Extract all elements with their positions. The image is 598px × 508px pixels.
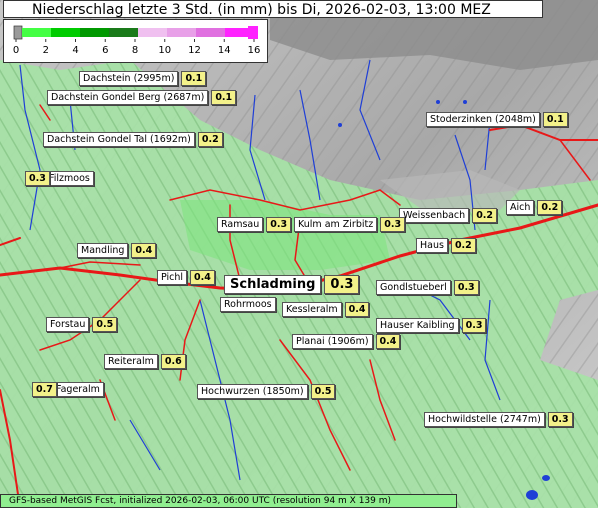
station-name: Hochwurzen (1850m): [197, 384, 308, 399]
legend-tick-label: 14: [218, 45, 231, 56]
station-precip-value: 0.4: [131, 243, 157, 258]
station-precip-value: 0.4: [344, 302, 370, 317]
legend-swatch-zero: [13, 25, 23, 40]
legend-swatch: [22, 28, 52, 37]
station-name: Dachstein (2995m): [79, 71, 179, 86]
station-precip-value: 0.3: [453, 280, 479, 295]
station-name: Schladming: [224, 275, 322, 294]
station-precip-value: 0.5: [92, 317, 118, 332]
precipitation-legend: 0 2 4 6 8 10 12 14 16: [3, 19, 268, 63]
legend-tick-label: 12: [188, 45, 201, 56]
station-precip-value: 0.6: [160, 354, 186, 369]
station-name: Forstau: [46, 317, 90, 332]
legend-tick-label: 6: [102, 45, 108, 56]
station-name: Haus: [416, 238, 448, 253]
legend-swatch: [167, 28, 197, 37]
station-name: Fageralm: [52, 382, 104, 397]
station-precip-value: 0.3: [266, 217, 292, 232]
legend-swatch: [109, 28, 139, 37]
legend-swatch: [51, 28, 81, 37]
station-name: Filzmoos: [45, 171, 94, 186]
legend-swatch: [80, 28, 110, 37]
station-name: Reiteralm: [104, 354, 158, 369]
station-name: Planai (1906m): [292, 334, 373, 349]
station-precip-value: 0.3: [25, 171, 50, 186]
map-title: Niederschlag letzte 3 Std. (in mm) bis D…: [3, 0, 543, 18]
station-precip-value: 0.2: [197, 132, 223, 147]
station-precip-value: 0.3: [547, 412, 573, 427]
station-name: Gondlstueberl: [376, 280, 451, 295]
station-name: Hauser Kaibling: [376, 318, 459, 333]
station-precip-value: 0.4: [190, 270, 215, 285]
station-precip-value: 0.2: [450, 238, 476, 253]
station-name: Weissenbach: [399, 208, 470, 223]
legend-tick-label: 16: [248, 45, 261, 56]
legend-tick-label: 0: [13, 45, 19, 56]
station-precip-value: 0.2: [537, 200, 563, 215]
station-precip-value: 0.1: [211, 90, 237, 105]
model-info-footer: GFS-based MetGIS Fcst, initialized 2026-…: [0, 494, 457, 508]
station-precip-value: 0.7: [32, 382, 57, 397]
station-precip-value: 0.2: [472, 208, 498, 223]
station-name: Mandling: [77, 243, 129, 258]
station-precip-value: 0.1: [542, 112, 568, 127]
legend-swatch: [196, 28, 226, 37]
station-precip-value: 0.3: [324, 275, 360, 294]
station-name: Dachstein Gondel Berg (2687m): [47, 90, 209, 105]
legend-tick-label: 2: [43, 45, 49, 56]
legend-swatch: [138, 28, 168, 37]
legend-swatch-max: [248, 26, 258, 39]
station-precip-value: 0.3: [461, 318, 487, 333]
station-name: Stoderzinken (2048m): [426, 112, 540, 127]
legend-tick-label: 10: [158, 45, 171, 56]
station-precip-value: 0.1: [181, 71, 207, 86]
precipitation-map[interactable]: Niederschlag letzte 3 Std. (in mm) bis D…: [0, 0, 598, 508]
station-name: Pichl: [157, 270, 188, 285]
station-name: Kessleralm: [282, 302, 342, 317]
station-name: Aich: [506, 200, 535, 215]
station-precip-value: 0.5: [310, 384, 336, 399]
station-name: Hochwildstelle (2747m): [424, 412, 545, 427]
station-name: Rohrmoos: [220, 297, 276, 312]
station-name: Kulm am Zirbitz: [294, 217, 378, 232]
station-name: Ramsau: [217, 217, 264, 232]
station-name: Dachstein Gondel Tal (1692m): [43, 132, 195, 147]
station-precip-value: 0.4: [375, 334, 401, 349]
station-precip-value: 0.3: [380, 217, 406, 232]
legend-tick-label: 4: [72, 45, 78, 56]
legend-colorbar: 0 2 4 6 8 10 12 14 16: [13, 25, 261, 56]
legend-tick-label: 8: [132, 45, 138, 56]
